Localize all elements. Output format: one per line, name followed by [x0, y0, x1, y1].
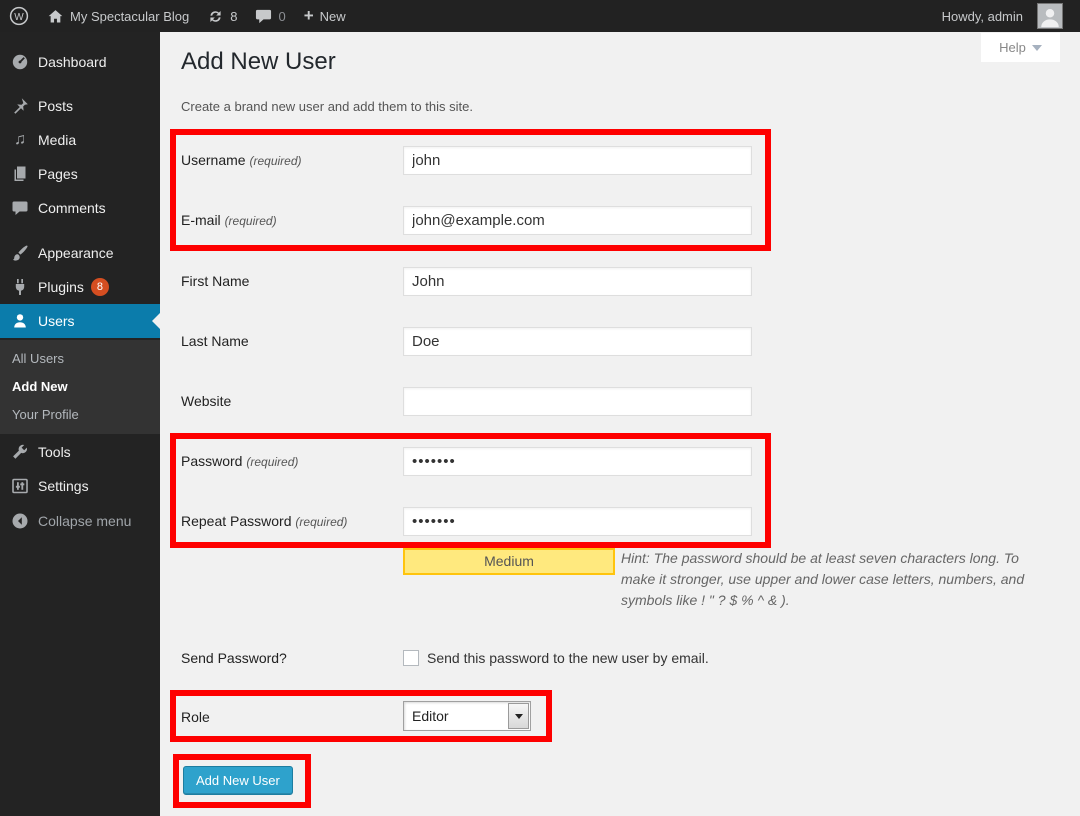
sidebar-item-settings[interactable]: Settings	[0, 469, 160, 503]
comments-icon	[10, 198, 30, 218]
sidebar-label-pages: Pages	[38, 166, 78, 182]
website-row: Website	[160, 387, 1080, 416]
users-icon	[10, 311, 30, 331]
sidebar-item-posts[interactable]: Posts	[0, 89, 160, 123]
last-name-row: Last Name	[160, 327, 1080, 356]
new-content-button[interactable]: + New	[295, 0, 355, 32]
pages-icon	[10, 164, 30, 184]
new-label: New	[320, 9, 346, 24]
send-password-label: Send Password?	[181, 650, 287, 666]
appearance-brush-icon	[10, 243, 30, 263]
my-account-menu[interactable]: Howdy, admin	[933, 0, 1072, 32]
send-password-row: Send Password? Send this password to the…	[160, 644, 1080, 673]
help-label: Help	[999, 40, 1026, 55]
submenu-item-add-new[interactable]: Add New	[0, 373, 160, 401]
wordpress-menu-button[interactable]: W	[0, 0, 38, 32]
settings-icon	[10, 476, 30, 496]
site-name-link[interactable]: My Spectacular Blog	[38, 0, 198, 32]
home-icon	[47, 8, 64, 25]
first-name-label: First Name	[181, 273, 249, 289]
send-password-checkbox[interactable]	[403, 650, 419, 666]
page-description: Create a brand new user and add them to …	[181, 99, 473, 114]
send-password-checkbox-label: Send this password to the new user by em…	[427, 650, 709, 666]
sidebar-label-media: Media	[38, 132, 76, 148]
sidebar-item-plugins[interactable]: Plugins 8	[0, 270, 160, 304]
collapse-menu-label: Collapse menu	[38, 513, 131, 529]
sidebar-label-tools: Tools	[38, 444, 71, 460]
password-strength-meter: Medium	[403, 548, 615, 575]
admin-bar: W My Spectacular Blog 8	[0, 0, 1080, 32]
annotation-rect-role	[170, 690, 552, 742]
sidebar-item-appearance[interactable]: Appearance	[0, 236, 160, 270]
password-strength-section: Medium Hint: The password should be at l…	[403, 548, 1035, 611]
submenu-item-your-profile[interactable]: Your Profile	[0, 401, 160, 429]
website-label: Website	[181, 393, 231, 409]
sidebar-label-posts: Posts	[38, 98, 73, 114]
updates-icon	[207, 8, 224, 25]
collapse-arrow-icon	[10, 511, 30, 531]
comment-count: 0	[278, 9, 285, 24]
wordpress-admin-screen: W My Spectacular Blog 8	[0, 0, 1080, 816]
annotation-rect-passwords	[170, 433, 771, 548]
sidebar-item-tools[interactable]: Tools	[0, 435, 160, 469]
site-name-label: My Spectacular Blog	[70, 9, 189, 24]
plugins-icon	[10, 277, 30, 297]
dashboard-icon	[10, 52, 30, 72]
last-name-label: Last Name	[181, 333, 249, 349]
admin-sidebar: Dashboard Posts ♫ Media	[0, 32, 160, 816]
add-new-user-page: Help Add New User Create a brand new use…	[160, 32, 1080, 816]
annotation-rect-username-email	[170, 129, 771, 251]
updates-link[interactable]: 8	[198, 0, 246, 32]
first-name-row: First Name	[160, 267, 1080, 296]
current-page-arrow	[152, 313, 160, 329]
sidebar-label-appearance: Appearance	[38, 245, 114, 261]
sidebar-item-pages[interactable]: Pages	[0, 157, 160, 191]
svg-text:W: W	[14, 12, 24, 23]
plugins-update-badge: 8	[91, 278, 109, 296]
update-count: 8	[230, 9, 237, 24]
posts-icon	[10, 96, 30, 116]
comments-link[interactable]: 0	[246, 0, 294, 32]
collapse-menu-button[interactable]: Collapse menu	[0, 504, 160, 538]
sidebar-label-users: Users	[38, 313, 75, 329]
howdy-text: Howdy, admin	[942, 9, 1023, 24]
annotation-rect-submit	[173, 754, 311, 808]
website-input[interactable]	[403, 387, 752, 416]
menu-separator	[0, 225, 160, 236]
last-name-input[interactable]	[403, 327, 752, 356]
sidebar-item-media[interactable]: ♫ Media	[0, 123, 160, 157]
comments-bubble-icon	[255, 8, 272, 25]
submenu-item-all-users[interactable]: All Users	[0, 345, 160, 373]
sidebar-item-users[interactable]: Users	[0, 304, 160, 338]
wordpress-logo-icon: W	[9, 6, 29, 26]
sidebar-label-plugins: Plugins	[38, 279, 84, 295]
help-button[interactable]: Help	[981, 33, 1060, 62]
plus-icon: +	[304, 1, 314, 31]
users-submenu: All Users Add New Your Profile	[0, 340, 160, 434]
sidebar-label-comments: Comments	[38, 200, 106, 216]
tools-icon	[10, 442, 30, 462]
media-icon: ♫	[10, 130, 30, 150]
sidebar-item-comments[interactable]: Comments	[0, 191, 160, 225]
chevron-down-icon	[1032, 45, 1042, 51]
page-title: Add New User	[181, 48, 336, 76]
sidebar-item-dashboard[interactable]: Dashboard	[0, 45, 160, 79]
menu-separator	[0, 79, 160, 89]
password-hint: Hint: The password should be at least se…	[621, 550, 1024, 608]
sidebar-label-settings: Settings	[38, 478, 89, 494]
first-name-input[interactable]	[403, 267, 752, 296]
avatar	[1037, 3, 1063, 29]
sidebar-label-dashboard: Dashboard	[38, 54, 107, 70]
